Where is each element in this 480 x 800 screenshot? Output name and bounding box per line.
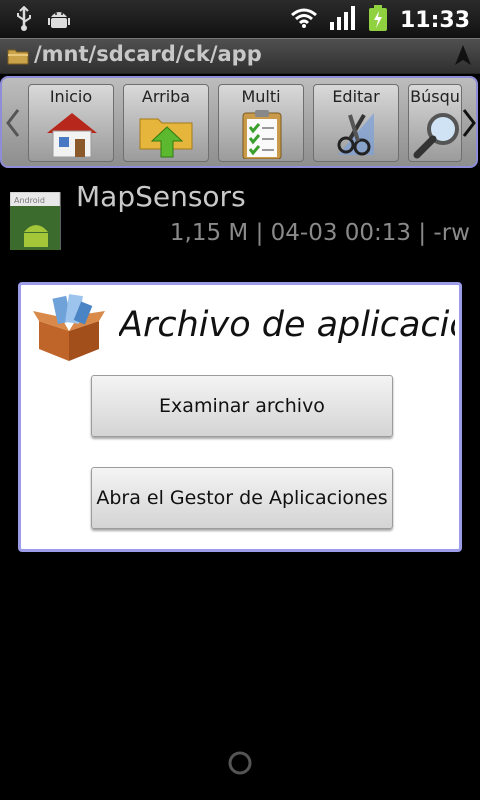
clipboard-checklist-icon: [233, 109, 291, 161]
toolbar-button-up[interactable]: Arriba: [123, 84, 209, 162]
scroll-left-arrow-icon[interactable]: [6, 108, 20, 142]
thumb-android-label: Android: [14, 196, 45, 205]
toolbar: Inicio Arriba Multi Editar Búsqu: [0, 76, 478, 168]
loading-spinner-icon: [227, 750, 253, 780]
toolbar-label-home: Inicio: [49, 87, 93, 106]
examine-file-button[interactable]: Examinar archivo: [91, 375, 393, 437]
folder-icon: [7, 47, 29, 69]
open-app-manager-button[interactable]: Abra el Gestor de Aplicaciones: [91, 467, 393, 529]
scroll-right-arrow-icon[interactable]: [462, 108, 476, 142]
magnifier-icon: [413, 109, 461, 161]
folder-up-icon: [138, 109, 196, 161]
path-bar[interactable]: /mnt/sdcard/ck/app: [0, 38, 480, 74]
toolbar-button-multi[interactable]: Multi: [218, 84, 304, 162]
usb-icon: [14, 5, 34, 36]
battery-charging-icon: [368, 5, 388, 35]
current-path[interactable]: /mnt/sdcard/ck/app: [34, 42, 262, 66]
file-details: 1,15 M | 04-03 00:13 | -rw: [169, 220, 470, 246]
android-debug-icon: [48, 7, 70, 35]
navigation-arrow-icon[interactable]: [454, 44, 472, 70]
dialog-title: Archivo de aplicación: [119, 305, 455, 345]
file-list-item[interactable]: Android MapSensors 1,15 M | 04-03 00:13 …: [0, 178, 480, 258]
status-time: 11:33: [399, 7, 470, 33]
package-box-icon: [31, 293, 107, 367]
file-name: MapSensors: [76, 180, 246, 213]
wifi-icon: [290, 7, 318, 33]
application-file-dialog: Archivo de aplicación Examinar archivo A…: [18, 282, 462, 552]
status-bar: 11:33: [0, 0, 480, 38]
toolbar-label-multi: Multi: [241, 87, 281, 106]
toolbar-label-up: Arriba: [141, 87, 191, 106]
toolbar-button-edit[interactable]: Editar: [313, 84, 399, 162]
toolbar-button-search[interactable]: Búsqu: [408, 84, 462, 162]
apk-file-icon: Android: [9, 191, 62, 251]
signal-icon: [329, 6, 356, 34]
toolbar-label-search: Búsqu: [410, 87, 460, 106]
toolbar-button-home[interactable]: Inicio: [28, 84, 114, 162]
toolbar-label-edit: Editar: [332, 87, 380, 106]
home-icon: [43, 109, 101, 161]
scissors-icon: [328, 109, 386, 161]
